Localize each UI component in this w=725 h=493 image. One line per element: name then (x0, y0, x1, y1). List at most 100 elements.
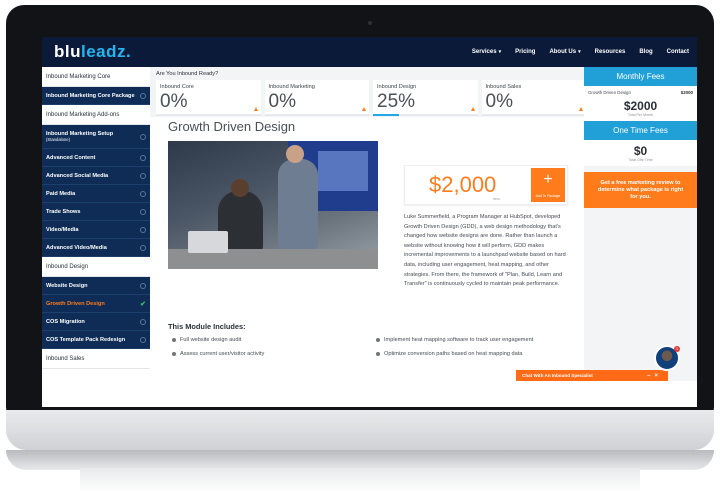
readiness-label: Are You Inbound Ready? (156, 71, 219, 77)
nav-item-pricing[interactable]: Pricing (515, 49, 535, 55)
includes-title: This Module Includes: (168, 322, 246, 331)
logo-accent-text: leadz. (81, 42, 132, 61)
monthly-fee-line: Growth Driven Design $2000 (584, 86, 697, 95)
readiness-card: Inbound Core 0% (156, 80, 261, 116)
monthly-total: $2000 (623, 99, 658, 113)
sidebar-section-title: Inbound Marketing Core (42, 67, 150, 87)
logo-text: blu (54, 42, 81, 61)
one-time-total: $0 (633, 144, 648, 158)
nav-item-contact[interactable]: Contact (667, 49, 689, 55)
photo-standing-person (278, 159, 318, 249)
readiness-card-label: Inbound Design (377, 84, 417, 90)
sidebar-item-label: Paid Media (46, 190, 76, 197)
sidebar-item-label: Growth Driven Design (46, 300, 105, 307)
page-bottom-area (42, 381, 697, 407)
include-item-text: Assess current user/visitor activity (180, 351, 265, 357)
sidebar-item-text: Paid Media (46, 191, 75, 197)
circle-icon (140, 244, 146, 251)
include-item: Assess current user/visitor activity (172, 351, 264, 357)
add-to-package-button[interactable]: + Add To Package (531, 168, 565, 202)
sidebar-item-video-media[interactable]: Video/Media (42, 221, 150, 239)
nav-item-label: Blog (639, 49, 653, 55)
sidebar-item-label: Trade Shows (46, 208, 81, 215)
readiness-card: Inbound Sales 0% (481, 80, 586, 116)
caret-up-icon (579, 107, 583, 111)
sidebar-item-growth-driven-design[interactable]: Growth Driven Design ✔ (42, 295, 150, 313)
sidebar-section-title: Inbound Marketing Add-ons (42, 105, 150, 125)
circle-icon (140, 133, 146, 140)
readiness-card-value: 0% (268, 91, 296, 112)
sidebar-item-inbound-marketing-core-package[interactable]: Inbound Marketing Core Package (42, 87, 150, 105)
sidebar-item-advanced-social-media[interactable]: Advanced Social Media (42, 167, 150, 185)
sidebar-item-text: Growth Driven Design (46, 301, 105, 307)
bullet-icon (376, 338, 380, 342)
browser-screen: bluleadz. Services ▾ Pricing About Us ▾ Resou… (42, 37, 697, 407)
sidebar-item-label: Advanced Content (46, 154, 96, 161)
circle-icon (140, 336, 146, 343)
checkmark-icon: ✔ (140, 300, 146, 308)
notification-badge: 1 (674, 346, 680, 352)
monitor-chin (6, 410, 714, 450)
circle-icon (140, 154, 146, 161)
readiness-card-value: 25% (377, 91, 416, 112)
bluleadz-logo[interactable]: bluleadz. (54, 42, 131, 62)
nav-item-label: Services (471, 49, 497, 55)
add-to-package-label: Add To Package (535, 194, 561, 198)
readiness-card: Inbound Design 25% (373, 80, 478, 116)
monthly-fee-line-amount: $2000 (680, 90, 693, 95)
module-title: Growth Driven Design (168, 119, 296, 134)
nav-item-label: Pricing (515, 49, 536, 55)
sidebar-item-label: Advanced Social Media (46, 172, 109, 179)
sidebar-item-inbound-marketing-setup[interactable]: Inbound Marketing Setup (Standalone) (42, 125, 150, 149)
price-box: $2,000 /mo + Add To Package (404, 165, 568, 205)
monitor-stand (80, 468, 640, 493)
sidebar-item-text: Advanced Video/Media (46, 245, 107, 251)
monthly-fees-body: Growth Driven Design $2000 $2000 Total P… (584, 86, 697, 121)
sidebar-item-label: COS Template Pack Redesign (46, 336, 126, 343)
free-review-button[interactable]: Get a free marketing review to determine… (584, 172, 697, 208)
sidebar-item-advanced-video-media[interactable]: Advanced Video/Media (42, 239, 150, 257)
readiness-cards: Inbound Core 0% Inbound Marketing 0% Inbound… (156, 80, 586, 116)
readiness-progress-bar (373, 114, 400, 116)
nav-item-services[interactable]: Services ▾ (472, 49, 501, 55)
monitor-chin-shadow (6, 450, 714, 470)
photo-standing-head (286, 145, 304, 163)
readiness-card-label: Inbound Marketing (268, 84, 315, 90)
readiness-card-value: 0% (160, 91, 188, 112)
chat-bar[interactable]: Chat With An Inbound Specialist –× (516, 370, 668, 381)
include-item-text: Full website design audit (180, 337, 242, 343)
sidebar-item-paid-media[interactable]: Paid Media (42, 185, 150, 203)
sidebar-item-cos-migration[interactable]: COS Migration (42, 313, 150, 331)
bullet-icon (172, 352, 176, 356)
photo-window (318, 151, 368, 191)
module-price: $2,000 (429, 172, 497, 197)
chat-controls: –× (647, 373, 662, 379)
nav-item-about-us[interactable]: About Us ▾ (549, 49, 580, 55)
sidebar-item-label: Website Design (46, 282, 88, 289)
include-item-text: Optimize conversion paths based on heat … (384, 351, 523, 357)
circle-icon (140, 190, 146, 197)
sidebar-item-text: Inbound Marketing Setup (Standalone) (46, 131, 113, 142)
nav-item-blog[interactable]: Blog (639, 49, 652, 55)
fees-panel: Monthly Fees Growth Driven Design $2000 … (584, 67, 697, 407)
sidebar-item-cos-template-pack-redesign[interactable]: COS Template Pack Redesign (42, 331, 150, 349)
sidebar-item-label: Inbound Marketing Core Package (46, 92, 135, 99)
sidebar-item-advanced-content[interactable]: Advanced Content (42, 149, 150, 167)
monthly-fee-line-label: Growth Driven Design (588, 90, 631, 95)
nav-item-label: Contact (666, 49, 689, 55)
monthly-total-label: Total Per Month (627, 113, 654, 117)
nav-item-resources[interactable]: Resources (595, 49, 626, 55)
chat-label: Chat With An Inbound Specialist (522, 373, 593, 378)
circle-icon (140, 282, 146, 289)
close-icon[interactable]: × (654, 373, 662, 379)
sidebar-item-website-design[interactable]: Website Design (42, 277, 150, 295)
one-time-fees-body: $0 Total One Time (584, 140, 697, 166)
include-item: Optimize conversion paths based on heat … (376, 351, 522, 357)
chevron-down-icon: ▾ (498, 49, 502, 55)
readiness-card: Inbound Marketing 0% (264, 80, 369, 116)
sidebar-item-text: COS Migration (46, 319, 85, 325)
one-time-total-label: Total One Time (628, 158, 653, 162)
monthly-fees-header: Monthly Fees (584, 67, 697, 86)
sidebar-item-trade-shows[interactable]: Trade Shows (42, 203, 150, 221)
caret-up-icon (253, 107, 258, 111)
